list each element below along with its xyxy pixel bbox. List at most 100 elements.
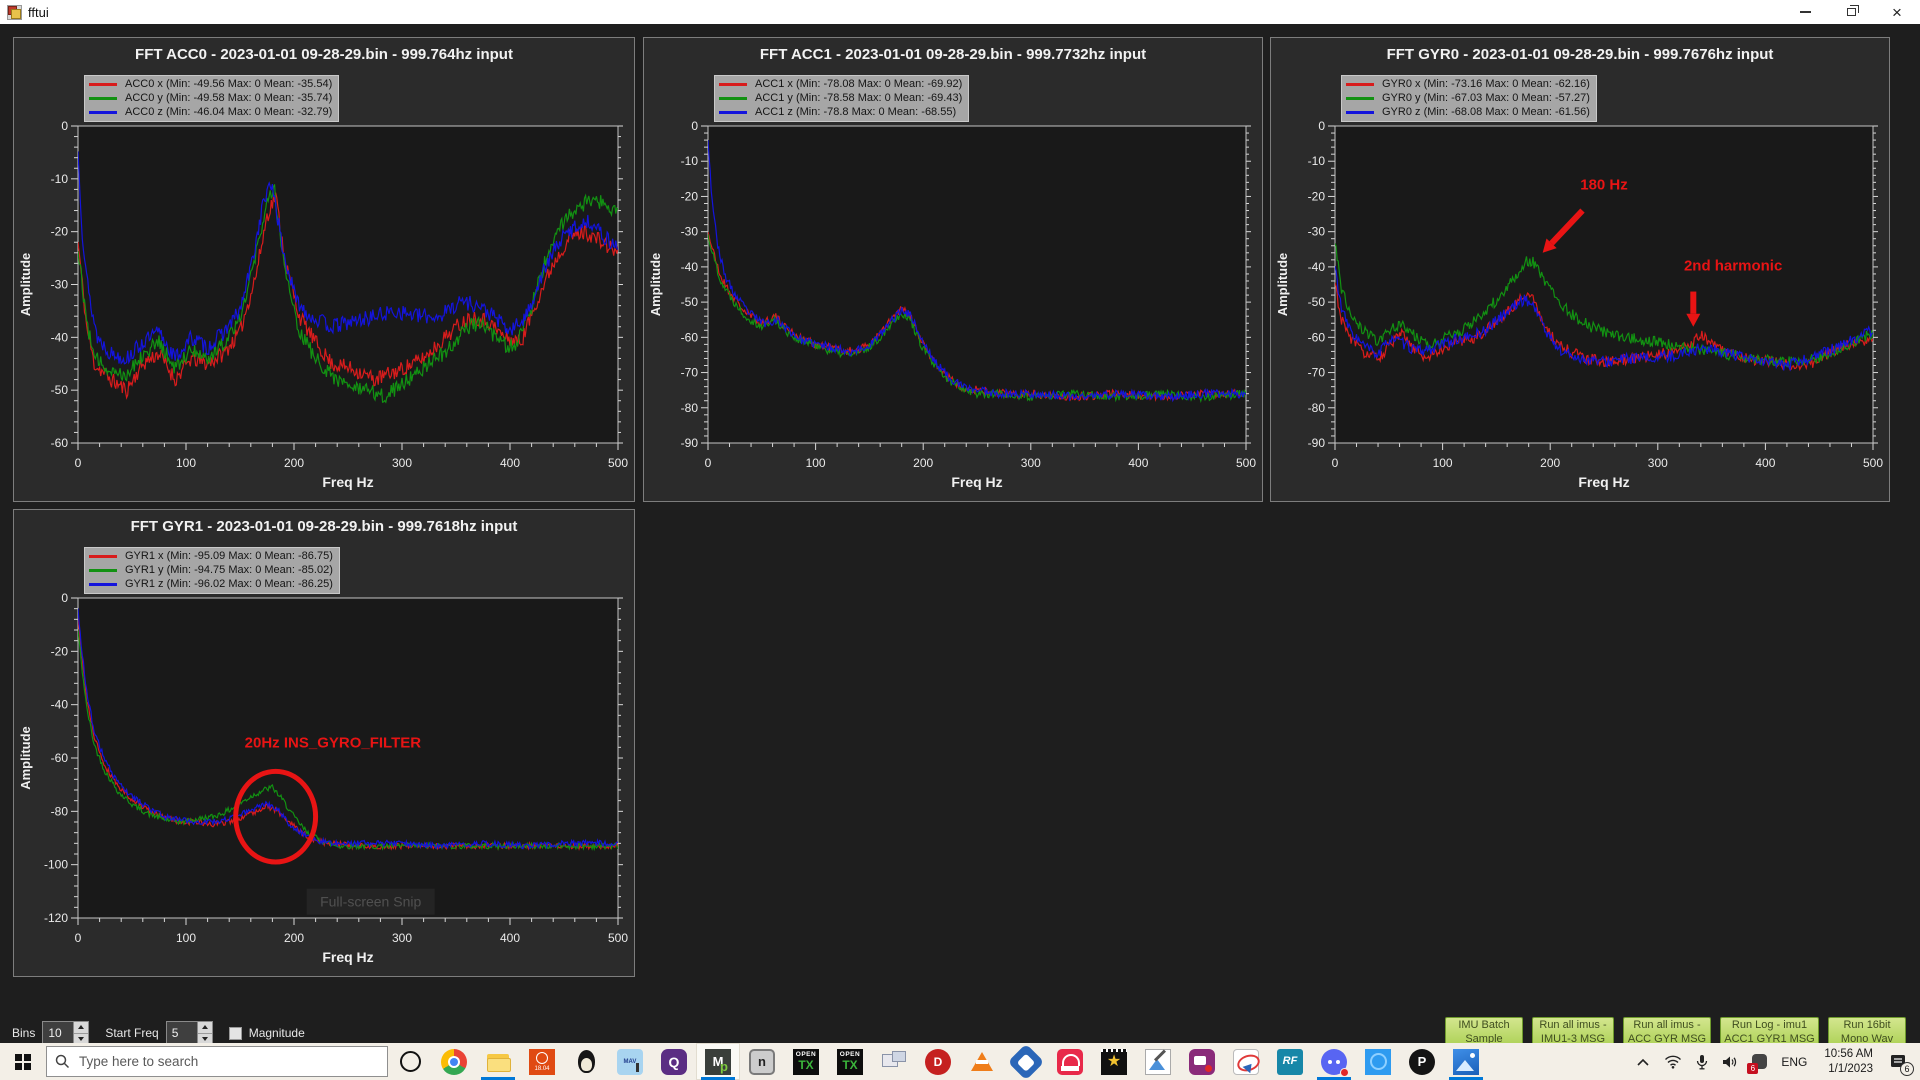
notification-center-icon[interactable]: 6: [1883, 1043, 1914, 1080]
qgroundcontrol-icon[interactable]: Q: [652, 1043, 696, 1080]
video-editor-icon[interactable]: ★: [1092, 1043, 1136, 1080]
legend-item: ACC0 z (Min: -46.04 Max: 0 Mean: -32.79): [89, 105, 332, 119]
notepad-grey-icon-glyph: n: [749, 1049, 775, 1075]
legend-label: ACC1 y (Min: -78.58 Max: 0 Mean: -69.43): [755, 92, 962, 104]
svg-text:500: 500: [1863, 456, 1883, 470]
screen-recorder-icon[interactable]: [1180, 1043, 1224, 1080]
desktop: fftui × FFT ACC0 - 2023-01-01 09-28-29.b…: [0, 0, 1920, 1080]
svg-text:-20: -20: [51, 225, 69, 239]
svg-text:100: 100: [176, 931, 196, 945]
tray-discord-icon[interactable]: 6: [1745, 1043, 1774, 1080]
svg-text:-60: -60: [681, 330, 699, 344]
bins-spin-up[interactable]: [74, 1022, 88, 1034]
svg-text:Amplitude: Amplitude: [648, 253, 663, 317]
svg-text:-50: -50: [51, 383, 69, 397]
legend-item: GYR1 z (Min: -96.02 Max: 0 Mean: -86.25): [89, 577, 333, 591]
svg-text:0: 0: [75, 931, 82, 945]
legend-label: GYR1 y (Min: -94.75 Max: 0 Mean: -85.02): [125, 564, 333, 576]
minimize-button[interactable]: [1782, 0, 1828, 24]
discord-icon[interactable]: [1312, 1043, 1356, 1080]
tray-chevron-icon[interactable]: [1629, 1043, 1657, 1080]
realflight-icon[interactable]: RF: [1268, 1043, 1312, 1080]
legend-line-swatch: [719, 97, 747, 100]
language-indicator[interactable]: ENG: [1774, 1043, 1814, 1080]
svg-text:0: 0: [61, 119, 68, 133]
chart-legend: ACC1 x (Min: -78.08 Max: 0 Mean: -69.92)…: [714, 75, 969, 122]
start-freq-spin-up[interactable]: [198, 1022, 212, 1034]
notification-badge: 6: [1900, 1062, 1914, 1076]
display-switch-icon-glyph: [881, 1049, 907, 1075]
screentogif-icon[interactable]: [1224, 1043, 1268, 1080]
svg-text:-100: -100: [44, 858, 68, 872]
taskbar-search[interactable]: [46, 1046, 388, 1077]
svg-text:-40: -40: [51, 698, 69, 712]
svg-text:-70: -70: [681, 366, 699, 380]
magnitude-checkbox[interactable]: [229, 1027, 242, 1040]
video-editor-icon-glyph: ★: [1101, 1049, 1127, 1075]
opentx-companion-icon[interactable]: OPENTX: [784, 1043, 828, 1080]
unread-badge: [1340, 1068, 1349, 1077]
legend-item: ACC0 x (Min: -49.56 Max: 0 Mean: -35.54): [89, 77, 332, 91]
chrome-icon[interactable]: [432, 1043, 476, 1080]
vlc-icon[interactable]: [960, 1043, 1004, 1080]
linux-tux-icon[interactable]: [564, 1043, 608, 1080]
microphone-icon[interactable]: [1689, 1043, 1715, 1080]
file-explorer-icon[interactable]: [476, 1043, 520, 1080]
handbrake-icon[interactable]: [1004, 1043, 1048, 1080]
bins-input[interactable]: 10: [42, 1021, 89, 1045]
close-button[interactable]: ×: [1874, 0, 1920, 24]
svg-text:-80: -80: [1308, 401, 1326, 415]
legend-line-swatch: [89, 569, 117, 572]
display-switch-icon[interactable]: [872, 1043, 916, 1080]
legend-item: ACC0 y (Min: -49.58 Max: 0 Mean: -35.74): [89, 91, 332, 105]
legend-label: ACC0 z (Min: -46.04 Max: 0 Mean: -32.79): [125, 106, 332, 118]
taskbar: 18.04 MAV Q Mpn OPENTXOPENTX D ★ RF P: [0, 1043, 1920, 1080]
realflight-icon-glyph: RF: [1277, 1049, 1303, 1075]
legend-label: GYR1 x (Min: -95.09 Max: 0 Mean: -86.75): [125, 550, 333, 562]
displayfusion-icon[interactable]: D: [916, 1043, 960, 1080]
qgroundcontrol-icon-glyph: Q: [661, 1049, 687, 1075]
mission-planner-icon[interactable]: Mp: [696, 1043, 740, 1080]
start-freq-label: Start Freq: [105, 1026, 158, 1040]
displayfusion-icon-glyph: D: [925, 1049, 951, 1075]
fftui-app: FFT ACC0 - 2023-01-01 09-28-29.bin - 999…: [0, 24, 1920, 1043]
svg-text:Amplitude: Amplitude: [18, 253, 33, 317]
mavproxy-icon[interactable]: MAV: [608, 1043, 652, 1080]
start-button[interactable]: [0, 1043, 46, 1080]
start-freq-input[interactable]: 5: [166, 1021, 213, 1045]
notepad-grey-icon[interactable]: n: [740, 1043, 784, 1080]
legend-line-swatch: [89, 111, 117, 114]
svg-text:-90: -90: [1308, 436, 1326, 450]
svg-text:Freq Hz: Freq Hz: [322, 949, 373, 965]
red-crane-icon-glyph: [1057, 1049, 1083, 1075]
start-freq-value: 5: [167, 1022, 197, 1044]
taskbar-clock[interactable]: 10:56 AM 1/1/2023: [1814, 1047, 1883, 1077]
wifi-icon[interactable]: [1657, 1043, 1689, 1080]
fft-panel-acc1: FFT ACC1 - 2023-01-01 09-28-29.bin - 999…: [643, 37, 1263, 502]
legend-line-swatch: [719, 83, 747, 86]
legend-label: GYR0 x (Min: -73.16 Max: 0 Mean: -62.16): [1382, 78, 1590, 90]
ubuntu-icon-glyph: 18.04: [529, 1049, 555, 1075]
red-crane-icon[interactable]: [1048, 1043, 1092, 1080]
photos-icon[interactable]: [1444, 1043, 1488, 1080]
svg-text:-60: -60: [51, 436, 69, 450]
speaker-icon[interactable]: [1715, 1043, 1745, 1080]
obs-blue-icon[interactable]: [1356, 1043, 1400, 1080]
ubuntu-icon[interactable]: 18.04: [520, 1043, 564, 1080]
restore-button[interactable]: [1828, 0, 1874, 24]
chart-legend: GYR1 x (Min: -95.09 Max: 0 Mean: -86.75)…: [84, 547, 340, 594]
svg-text:Full-screen Snip: Full-screen Snip: [320, 894, 421, 910]
image-editor-icon[interactable]: [1136, 1043, 1180, 1080]
svg-text:-30: -30: [51, 278, 69, 292]
plex-icon[interactable]: P: [1400, 1043, 1444, 1080]
opentx-companion2-icon[interactable]: OPENTX: [828, 1043, 872, 1080]
svg-text:-90: -90: [681, 436, 699, 450]
cortana-icon[interactable]: [388, 1043, 432, 1080]
fft-panel-gyr0: FFT GYR0 - 2023-01-01 09-28-29.bin - 999…: [1270, 37, 1890, 502]
search-input[interactable]: [79, 1054, 379, 1069]
svg-text:-20: -20: [681, 189, 699, 203]
svg-text:400: 400: [1128, 456, 1148, 470]
svg-text:-30: -30: [681, 225, 699, 239]
svg-text:200: 200: [284, 456, 304, 470]
cortana-icon-glyph: [397, 1049, 423, 1075]
